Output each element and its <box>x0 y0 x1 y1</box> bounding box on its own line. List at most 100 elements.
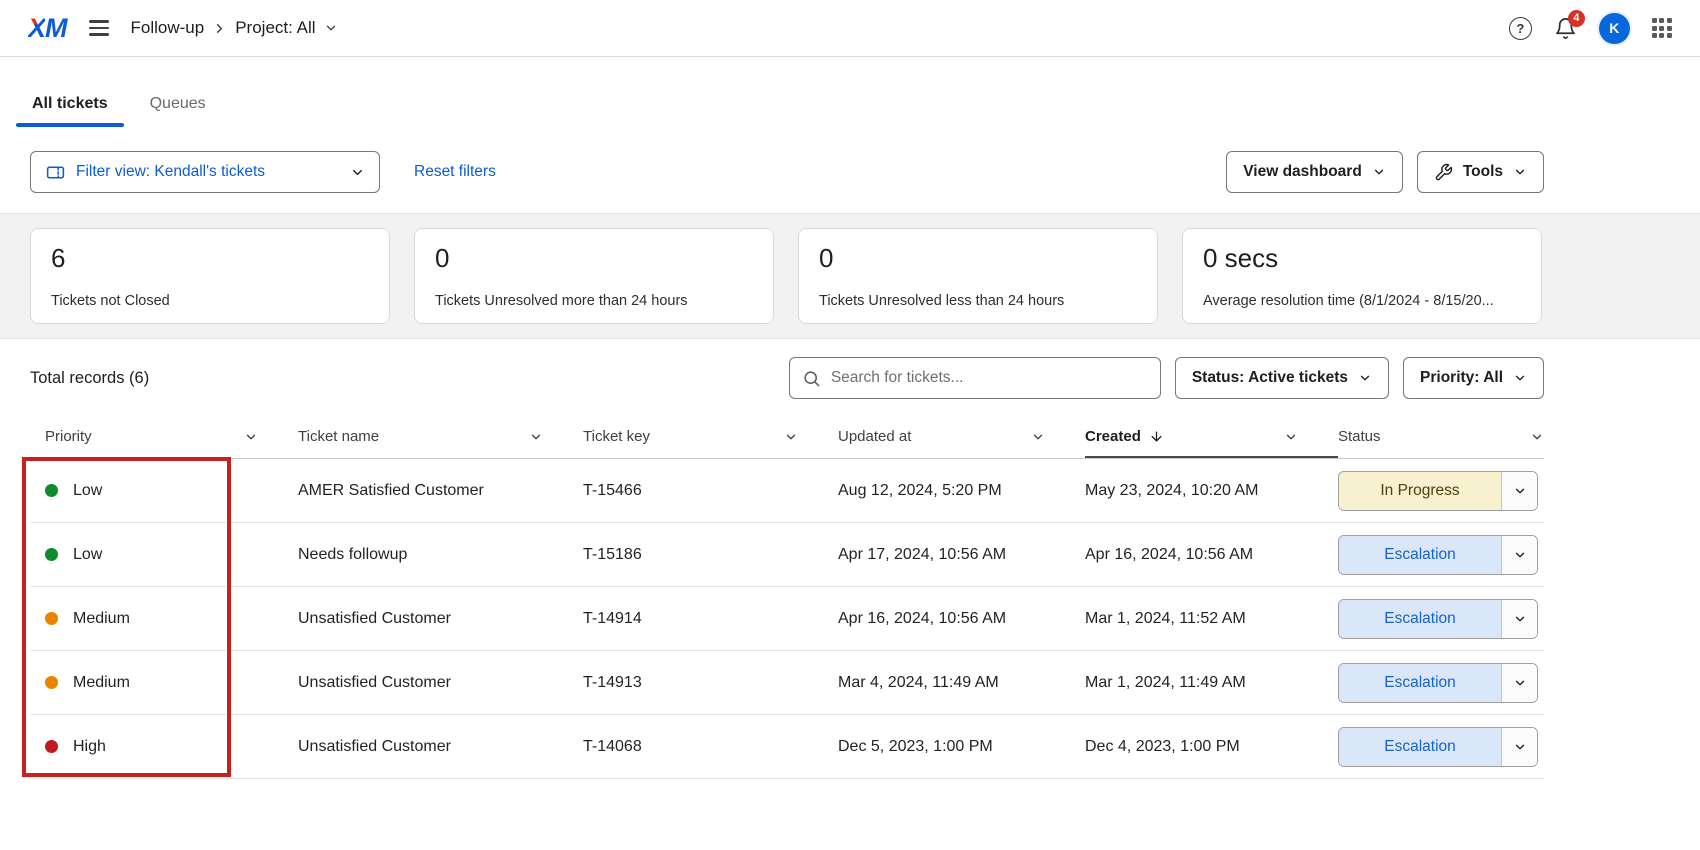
breadcrumb-project-dropdown[interactable]: Project: All <box>235 18 337 38</box>
priority-dot <box>45 484 58 497</box>
chevron-down-icon[interactable] <box>1501 664 1537 702</box>
search-input[interactable] <box>831 369 1148 387</box>
ticket-key-cell: T-14068 <box>583 738 838 756</box>
stat-label: Average resolution time (8/1/2024 - 8/15… <box>1203 293 1521 309</box>
table-header-row: Priority Ticket name Ticket key Updated … <box>30 415 1544 459</box>
tab-queues[interactable]: Queues <box>148 95 208 127</box>
chevron-down-icon[interactable] <box>1284 430 1298 444</box>
ticket-name-cell: Unsatisfied Customer <box>298 738 583 756</box>
wrench-icon <box>1434 163 1453 182</box>
filter-row: Filter view: Kendall's tickets Reset fil… <box>30 151 1544 193</box>
status-dropdown[interactable]: Escalation <box>1338 663 1538 703</box>
status-dropdown[interactable]: Escalation <box>1338 727 1538 767</box>
search-icon <box>802 369 821 388</box>
table-row[interactable]: Low AMER Satisfied Customer T-15466 Aug … <box>30 459 1544 523</box>
table-row[interactable]: High Unsatisfied Customer T-14068 Dec 5,… <box>30 715 1544 779</box>
breadcrumb-project-label: Project: All <box>235 18 315 38</box>
topbar: X M Follow-up Project: All ? 4 K <box>0 0 1700 57</box>
column-header-status[interactable]: Status <box>1338 415 1544 458</box>
chevron-down-icon[interactable] <box>1501 728 1537 766</box>
chevron-down-icon <box>1513 165 1527 179</box>
status-badge: In Progress <box>1339 472 1501 510</box>
apps-grid-icon[interactable] <box>1652 18 1672 38</box>
tools-label: Tools <box>1463 163 1503 181</box>
breadcrumb-followup[interactable]: Follow-up <box>131 18 205 38</box>
stat-value: 0 <box>819 243 1137 274</box>
ticket-name-cell: AMER Satisfied Customer <box>298 482 583 500</box>
help-icon[interactable]: ? <box>1509 17 1532 40</box>
chevron-down-icon <box>1513 371 1527 385</box>
tab-all-tickets[interactable]: All tickets <box>30 95 110 127</box>
status-badge: Escalation <box>1339 600 1501 638</box>
reset-filters-link[interactable]: Reset filters <box>414 163 496 181</box>
tickets-table: Priority Ticket name Ticket key Updated … <box>30 415 1544 779</box>
filter-view-label: Filter view: Kendall's tickets <box>76 163 350 181</box>
priority-filter-dropdown[interactable]: Priority: All <box>1403 357 1544 399</box>
tab-bar: All tickets Queues <box>30 95 1544 127</box>
column-header-updated-at[interactable]: Updated at <box>838 415 1085 458</box>
column-label: Updated at <box>838 428 911 445</box>
stat-card-unresolved-more-24h: 0 Tickets Unresolved more than 24 hours <box>414 228 774 324</box>
table-row[interactable]: Medium Unsatisfied Customer T-14914 Apr … <box>30 587 1544 651</box>
created-cell: Dec 4, 2023, 1:00 PM <box>1085 738 1338 756</box>
priority-label: Medium <box>73 610 130 628</box>
table-body: Low AMER Satisfied Customer T-15466 Aug … <box>30 459 1544 779</box>
chevron-down-icon[interactable] <box>1501 472 1537 510</box>
status-badge: Escalation <box>1339 664 1501 702</box>
priority-label: Low <box>73 482 102 500</box>
view-dashboard-label: View dashboard <box>1243 163 1362 181</box>
ticket-name-cell: Needs followup <box>298 546 583 564</box>
priority-cell: Low <box>30 482 298 500</box>
chevron-down-icon[interactable] <box>529 430 543 444</box>
sort-desc-icon <box>1149 429 1164 444</box>
updated-at-cell: Apr 16, 2024, 10:56 AM <box>838 610 1085 628</box>
breadcrumb: Follow-up Project: All <box>131 18 338 38</box>
chevron-down-icon <box>1372 165 1386 179</box>
avatar[interactable]: K <box>1599 13 1630 44</box>
ticket-key-cell: T-15186 <box>583 546 838 564</box>
tools-button[interactable]: Tools <box>1417 151 1544 193</box>
hamburger-menu-icon[interactable] <box>89 18 115 38</box>
ticket-key-cell: T-14914 <box>583 610 838 628</box>
chevron-down-icon[interactable] <box>1031 430 1045 444</box>
filter-view-dropdown[interactable]: Filter view: Kendall's tickets <box>30 151 380 193</box>
stat-value: 0 secs <box>1203 243 1521 274</box>
column-label: Ticket key <box>583 428 650 445</box>
column-header-priority[interactable]: Priority <box>30 415 298 458</box>
column-header-ticket-name[interactable]: Ticket name <box>298 415 583 458</box>
priority-dot <box>45 676 58 689</box>
table-row[interactable]: Medium Unsatisfied Customer T-14913 Mar … <box>30 651 1544 715</box>
stat-label: Tickets Unresolved more than 24 hours <box>435 293 753 309</box>
status-dropdown[interactable]: Escalation <box>1338 535 1538 575</box>
chevron-down-icon <box>1358 371 1372 385</box>
table-row[interactable]: Low Needs followup T-15186 Apr 17, 2024,… <box>30 523 1544 587</box>
view-dashboard-button[interactable]: View dashboard <box>1226 151 1403 193</box>
chevron-down-icon[interactable] <box>784 430 798 444</box>
ticket-name-cell: Unsatisfied Customer <box>298 610 583 628</box>
chevron-down-icon[interactable] <box>1501 600 1537 638</box>
priority-cell: High <box>30 738 298 756</box>
xm-logo-x: X <box>28 13 45 44</box>
priority-dot <box>45 612 58 625</box>
column-header-created[interactable]: Created <box>1085 415 1338 458</box>
xm-logo-m: M <box>45 13 67 44</box>
updated-at-cell: Apr 17, 2024, 10:56 AM <box>838 546 1085 564</box>
status-filter-dropdown[interactable]: Status: Active tickets <box>1175 357 1389 399</box>
created-cell: Apr 16, 2024, 10:56 AM <box>1085 546 1338 564</box>
updated-at-cell: Mar 4, 2024, 11:49 AM <box>838 674 1085 692</box>
stats-band: 6 Tickets not Closed 0 Tickets Unresolve… <box>0 213 1700 339</box>
chevron-down-icon[interactable] <box>1501 536 1537 574</box>
status-dropdown[interactable]: In Progress <box>1338 471 1538 511</box>
notification-badge: 4 <box>1568 10 1585 27</box>
priority-filter-label: Priority: All <box>1420 369 1503 387</box>
status-filter-label: Status: Active tickets <box>1192 369 1348 387</box>
status-dropdown[interactable]: Escalation <box>1338 599 1538 639</box>
notifications-button[interactable]: 4 <box>1554 17 1577 40</box>
column-header-ticket-key[interactable]: Ticket key <box>583 415 838 458</box>
chevron-down-icon[interactable] <box>244 430 258 444</box>
stat-label: Tickets not Closed <box>51 293 369 309</box>
column-label: Status <box>1338 428 1381 445</box>
chevron-down-icon[interactable] <box>1530 430 1544 444</box>
records-row: Total records (6) Status: Active tickets… <box>30 357 1544 399</box>
priority-dot <box>45 740 58 753</box>
